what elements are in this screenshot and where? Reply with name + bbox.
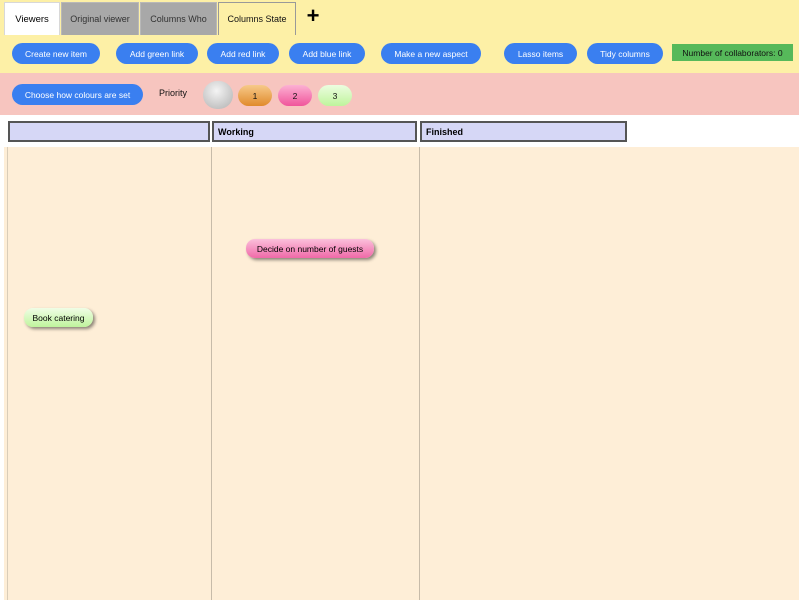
tab-columns-who[interactable]: Columns Who [140,2,217,35]
board-canvas[interactable] [4,147,799,600]
priority-label: Priority [159,88,188,98]
add-tab-button[interactable]: + [303,3,323,29]
priority-chip-none[interactable] [203,81,233,109]
collaborators-count-badge: Number of collaborators: 0 [672,44,793,61]
add-green-link-button[interactable]: Add green link [116,43,198,64]
tidy-columns-button[interactable]: Tidy columns [587,43,663,64]
tab-columns-state[interactable]: Columns State [218,2,296,35]
colour-controls-row: Choose how colours are set Priority 1 2 … [0,73,799,115]
priority-chip-1[interactable]: 1 [238,85,272,106]
item-card[interactable]: Decide on number of guests [246,239,374,258]
column-divider [419,147,420,600]
add-blue-link-button[interactable]: Add blue link [289,43,365,64]
priority-chip-3[interactable]: 3 [318,85,352,106]
column-header-working[interactable]: Working [212,121,417,142]
column-divider [7,147,8,600]
priority-chip-2[interactable]: 2 [278,85,312,106]
lasso-items-button[interactable]: Lasso items [504,43,577,64]
column-header-unassigned[interactable] [8,121,210,142]
tab-bar: Viewers Original viewer Columns Who Colu… [0,0,799,36]
choose-colours-button[interactable]: Choose how colours are set [12,84,143,105]
tab-viewers[interactable]: Viewers [4,2,60,35]
item-card[interactable]: Book catering [24,308,93,327]
column-header-finished[interactable]: Finished [420,121,627,142]
toolbar: Create new item Add green link Add red l… [0,36,799,73]
add-red-link-button[interactable]: Add red link [207,43,279,64]
column-divider [211,147,212,600]
create-new-item-button[interactable]: Create new item [12,43,100,64]
tab-original-viewer[interactable]: Original viewer [61,2,139,35]
make-new-aspect-button[interactable]: Make a new aspect [381,43,481,64]
